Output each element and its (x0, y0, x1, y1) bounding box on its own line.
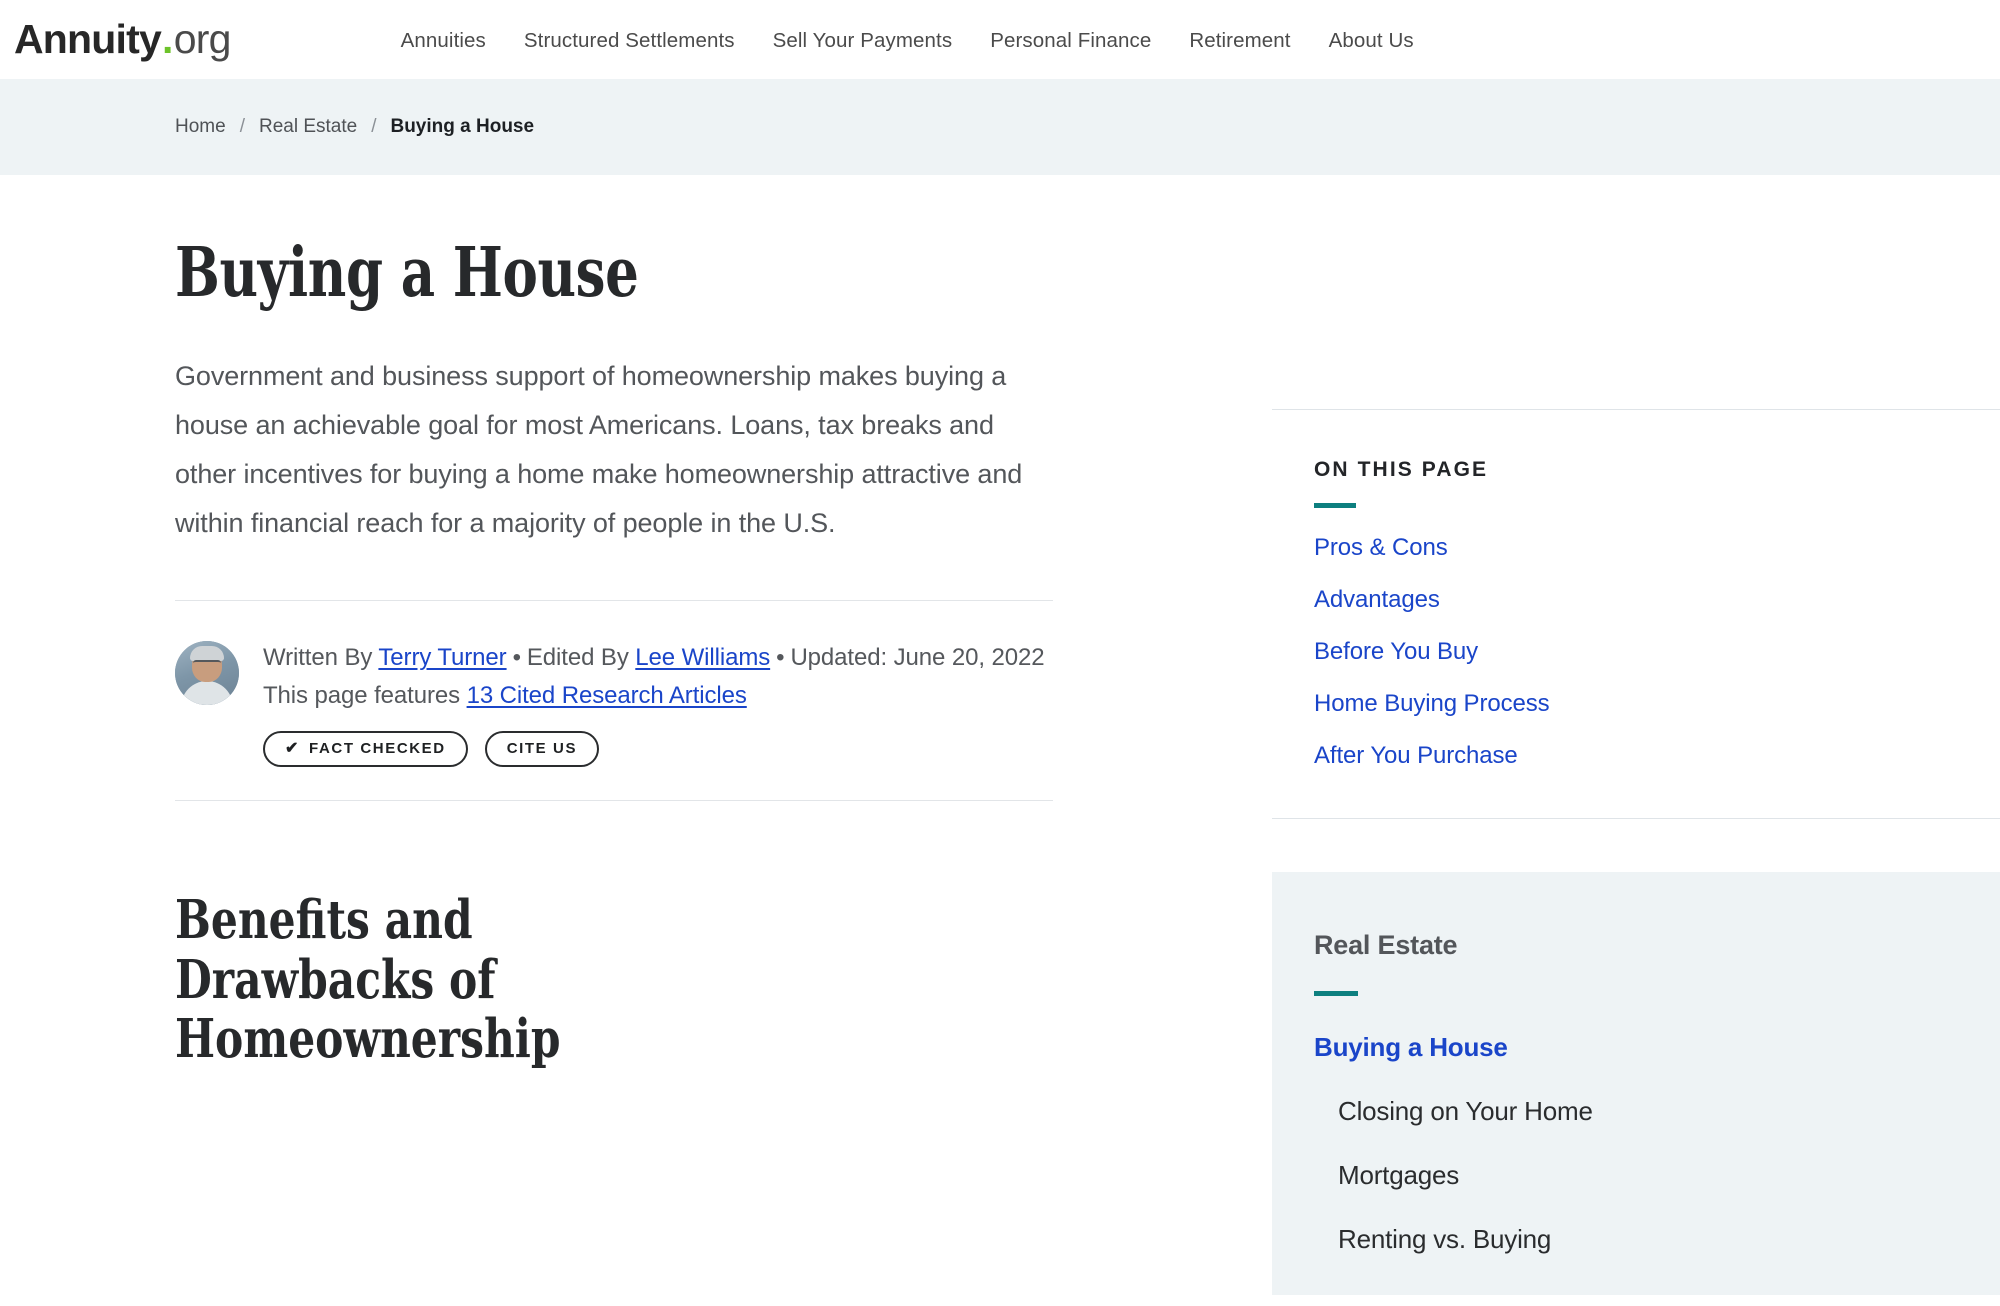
nav-item-sell-your-payments[interactable]: Sell Your Payments (773, 29, 953, 53)
cite-us-button[interactable]: CITE US (484, 731, 600, 768)
toc-link-after-you-purchase[interactable]: After You Purchase (1314, 742, 2000, 770)
article-content: Buying a House Government and business s… (0, 175, 1272, 1070)
accent-bar (1314, 991, 1358, 996)
breadcrumb-item-home[interactable]: Home (175, 116, 226, 138)
nav-item-personal-finance[interactable]: Personal Finance (990, 29, 1151, 53)
cite-us-label: CITE US (506, 740, 578, 758)
breadcrumb-bar: Home / Real Estate / Buying a House (0, 79, 2000, 175)
features-prefix: This page features (263, 682, 460, 710)
edited-by-label: Edited By (526, 644, 629, 672)
fact-checked-label: FACT CHECKED (309, 740, 446, 758)
byline-block: Written By Terry Turner • Edited By Lee Wi… (175, 639, 1272, 768)
updated-date: Updated: June 20, 2022 (790, 644, 1045, 672)
category-item-buying-a-house[interactable]: Buying a House (1314, 1032, 2000, 1063)
editor-link[interactable]: Lee Williams (635, 644, 770, 671)
divider (175, 800, 1053, 802)
byline-separator: • (776, 644, 785, 672)
breadcrumb-separator: / (371, 116, 377, 137)
article-badges: ✔ FACT CHECKED CITE US (263, 731, 1053, 768)
category-item-closing-on-your-home[interactable]: Closing on Your Home (1314, 1096, 2000, 1127)
cited-research-link[interactable]: 13 Cited Research Articles (467, 682, 747, 709)
fact-checked-badge[interactable]: ✔ FACT CHECKED (263, 731, 468, 768)
nav-item-retirement[interactable]: Retirement (1189, 29, 1290, 53)
on-this-page-list: Pros & Cons Advantages Before You Buy Ho… (1314, 534, 2000, 770)
toc-link-home-buying-process[interactable]: Home Buying Process (1314, 690, 2000, 718)
toc-link-pros-cons[interactable]: Pros & Cons (1314, 534, 2000, 562)
logo-text-main: Annuity (14, 16, 162, 62)
nav-item-structured-settlements[interactable]: Structured Settlements (524, 29, 735, 53)
sidebar: ON THIS PAGE Pros & Cons Advantages Befo… (1272, 175, 2000, 1295)
breadcrumb: Home / Real Estate / Buying a House (175, 116, 534, 138)
author-avatar (175, 641, 239, 706)
page-title: Buying a House (175, 233, 639, 313)
nav-item-annuities[interactable]: Annuities (401, 29, 486, 53)
section-heading-benefits: Benefits and Drawbacks of Homeownership (175, 889, 561, 1071)
site-header: Annuity. org Annuities Structured Settlem… (0, 0, 2000, 79)
breadcrumb-item-real-estate[interactable]: Real Estate (259, 116, 357, 138)
breadcrumb-separator: / (239, 116, 245, 137)
breadcrumb-item-current: Buying a House (390, 116, 535, 137)
on-this-page-box: ON THIS PAGE Pros & Cons Advantages Befo… (1272, 409, 2000, 819)
written-by-label: Written By (263, 644, 373, 672)
category-card-title: Real Estate (1314, 930, 1458, 960)
on-this-page-heading: ON THIS PAGE (1314, 458, 1489, 481)
category-card-real-estate: Real Estate Buying a House Closing on Yo… (1272, 872, 2000, 1295)
page-body: Buying a House Government and business s… (0, 175, 2000, 1295)
main-navigation: Annuities Structured Settlements Sell Yo… (401, 27, 1414, 53)
accent-bar (1314, 503, 1356, 508)
logo-green-dot: . (162, 16, 173, 62)
article-intro-paragraph: Government and business support of homeo… (175, 361, 1023, 539)
byline-text: Written By Terry Turner • Edited By Lee Wi… (263, 639, 1053, 768)
byline-separator: • (512, 644, 521, 672)
category-item-renting-vs-buying[interactable]: Renting vs. Buying (1314, 1224, 2000, 1255)
toc-link-advantages[interactable]: Advantages (1314, 586, 2000, 614)
logo-text-tld: org (173, 16, 232, 62)
check-icon: ✔ (285, 740, 301, 758)
nav-item-about-us[interactable]: About Us (1329, 29, 1414, 53)
toc-link-before-you-buy[interactable]: Before You Buy (1314, 638, 2000, 666)
author-link[interactable]: Terry Turner (378, 644, 506, 671)
category-item-mortgages[interactable]: Mortgages (1314, 1160, 2000, 1191)
divider (175, 600, 1053, 602)
category-card-list: Buying a House Closing on Your Home Mort… (1314, 1032, 2000, 1255)
site-logo[interactable]: Annuity. org (14, 16, 231, 63)
